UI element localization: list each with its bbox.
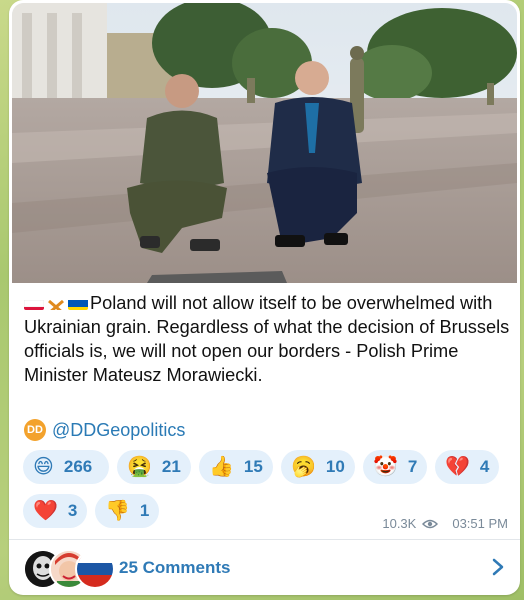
reaction-count: 1 bbox=[139, 501, 150, 520]
channel-signature[interactable]: DD @DDGeopolitics bbox=[24, 418, 185, 442]
yawn-emoji-icon: 🥱 bbox=[291, 456, 316, 478]
vomit-emoji-icon: 🤮 bbox=[127, 456, 152, 478]
comments-link[interactable]: 25 Comments bbox=[119, 558, 230, 578]
channel-badge-icon: DD bbox=[24, 419, 46, 441]
photo-image bbox=[12, 3, 517, 283]
eye-icon bbox=[422, 519, 439, 528]
ukraine-flag-icon bbox=[68, 296, 88, 310]
reaction-broken-heart[interactable]: 💔 4 bbox=[435, 450, 499, 484]
reaction-count: 7 bbox=[407, 457, 418, 476]
reaction-count: 266 bbox=[63, 457, 93, 476]
post-time: 03:51 PM bbox=[452, 516, 508, 531]
crossed-swords-icon bbox=[46, 296, 66, 310]
thumbs-down-emoji-icon: 👎 bbox=[105, 500, 130, 522]
reaction-count: 21 bbox=[161, 457, 181, 476]
poland-flag-icon bbox=[24, 296, 44, 310]
broken-heart-emoji-icon: 💔 bbox=[445, 456, 470, 478]
reaction-thumbs-down[interactable]: 👎 1 bbox=[95, 494, 159, 528]
clown-emoji-icon: 🤡 bbox=[373, 456, 398, 478]
reaction-count: 3 bbox=[67, 501, 78, 520]
chevron-right-icon[interactable] bbox=[492, 558, 504, 576]
post-text-block: Poland will not allow itself to be overw… bbox=[24, 291, 510, 387]
thumbs-up-emoji-icon: 👍 bbox=[209, 456, 234, 478]
avatar bbox=[75, 548, 115, 589]
reaction-laugh[interactable]: 😄 266 bbox=[23, 450, 109, 484]
post-photo[interactable] bbox=[12, 3, 517, 283]
reaction-count: 10 bbox=[325, 457, 345, 476]
channel-handle-link[interactable]: @DDGeopolitics bbox=[52, 420, 185, 441]
reaction-heart[interactable]: ❤️ 3 bbox=[23, 494, 87, 528]
commenter-avatars bbox=[23, 548, 115, 589]
view-count: 10.3K bbox=[382, 516, 417, 531]
heart-emoji-icon: ❤️ bbox=[33, 500, 58, 522]
post-text: Poland will not allow itself to be overw… bbox=[24, 293, 510, 385]
reaction-vomit[interactable]: 🤮 21 bbox=[117, 450, 191, 484]
laugh-emoji-icon: 😄 bbox=[33, 456, 54, 478]
post-meta: 10.3K 03:51 PM bbox=[382, 516, 508, 531]
comments-row[interactable]: 25 Comments bbox=[9, 540, 520, 595]
reaction-clown[interactable]: 🤡 7 bbox=[363, 450, 427, 484]
reaction-count: 4 bbox=[479, 457, 490, 476]
channel-post: Poland will not allow itself to be overw… bbox=[9, 0, 520, 595]
reaction-count: 15 bbox=[243, 457, 263, 476]
reaction-thumbs-up[interactable]: 👍 15 bbox=[199, 450, 273, 484]
reaction-yawn[interactable]: 🥱 10 bbox=[281, 450, 355, 484]
